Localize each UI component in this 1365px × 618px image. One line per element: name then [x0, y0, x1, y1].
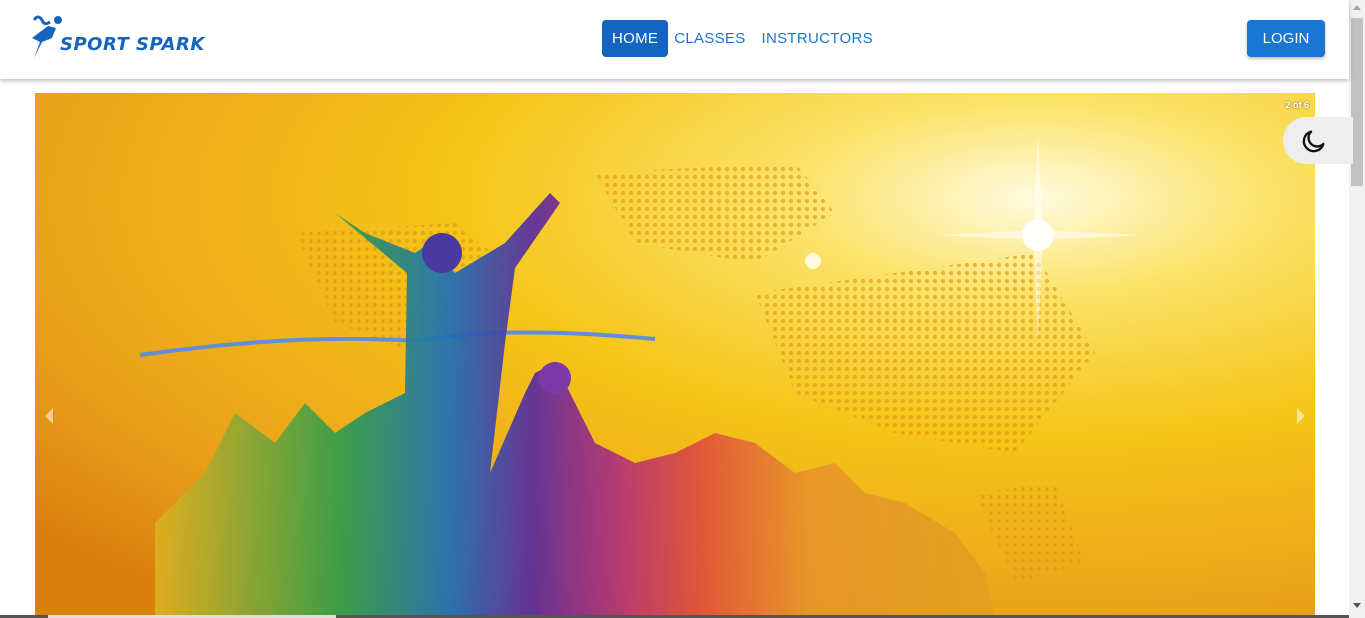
brand-logo[interactable]: SPORT SPARK: [28, 12, 213, 64]
nav-classes[interactable]: CLASSES: [666, 20, 753, 57]
theme-toggle-button[interactable]: [1283, 117, 1353, 164]
main-nav: HOME CLASSES INSTRUCTORS: [602, 20, 881, 57]
scroll-up-icon[interactable]: [1353, 5, 1361, 10]
login-button[interactable]: LOGIN: [1247, 20, 1325, 57]
top-navbar: SPORT SPARK HOME CLASSES INSTRUCTORS LOG…: [0, 0, 1349, 79]
carousel-next-arrow[interactable]: [1297, 408, 1305, 424]
carousel-prev-arrow[interactable]: [45, 408, 53, 424]
slide-counter: 2 of 6: [1285, 100, 1309, 110]
hero-carousel: 2 of 6: [35, 93, 1315, 618]
page-scrollbar[interactable]: [1349, 0, 1365, 618]
moon-icon: [1302, 130, 1325, 153]
nav-instructors[interactable]: INSTRUCTORS: [754, 20, 881, 57]
scroll-down-icon[interactable]: [1353, 603, 1361, 608]
brand-name: SPORT SPARK: [60, 34, 205, 55]
nav-home[interactable]: HOME: [602, 20, 669, 57]
carousel-slide-image: [35, 93, 1315, 618]
